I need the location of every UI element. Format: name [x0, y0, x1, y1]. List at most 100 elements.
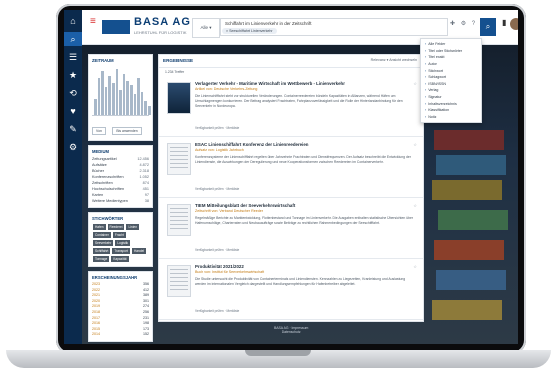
dropdown-option[interactable]: › Verlag: [421, 87, 481, 94]
facet-sidebar: ZEITRAUM Von Bis anwenden MEDIUM Zeitung…: [88, 54, 153, 344]
result-item[interactable]: TIEM Mitteilungsblatt der Seeverkehrswir…: [159, 198, 423, 259]
histogram-bar[interactable]: [148, 105, 151, 115]
histogram-bar[interactable]: [144, 101, 147, 115]
dropdown-option[interactable]: › ISBN/ISSN: [421, 81, 481, 88]
dropdown-option-label: Titel exakt: [428, 55, 445, 60]
result-thumbnail[interactable]: [167, 265, 191, 297]
footer-line-2[interactable]: Datenschutz: [274, 330, 308, 334]
keyword-tag[interactable]: Tonnage: [93, 256, 110, 262]
result-actions-link[interactable]: Verfügbarkeit prüfen · Merkliste: [195, 248, 239, 252]
keyword-tag[interactable]: Container: [93, 232, 111, 238]
histogram-bar[interactable]: [97, 78, 101, 115]
chevron-right-icon: ›: [425, 95, 427, 100]
home-icon[interactable]: ⌂: [64, 14, 82, 28]
chevron-right-icon: ›: [425, 62, 427, 67]
result-title[interactable]: ESAC Linienschiffahrt Konferenz der Lini…: [195, 142, 405, 147]
keyword-tag[interactable]: Seeverkehr: [93, 240, 114, 246]
keyword-tag[interactable]: Fracht: [112, 232, 126, 238]
result-thumbnail[interactable]: [167, 143, 191, 175]
result-item[interactable]: ESAC Linienschiffahrt Konferenz der Lini…: [159, 137, 423, 198]
histogram-bar[interactable]: [94, 98, 97, 115]
wrench-icon[interactable]: ✎: [64, 122, 82, 136]
histogram-bar[interactable]: [130, 85, 133, 115]
timeline-histogram[interactable]: [92, 65, 151, 116]
chevron-right-icon: ›: [425, 88, 427, 93]
search-icon[interactable]: ⌕: [64, 32, 82, 46]
bookmark-icon[interactable]: ☆: [413, 264, 417, 269]
year-count: 152: [143, 332, 149, 337]
result-item[interactable]: Produktivität 2021/2022 Buch von: Institu…: [159, 259, 423, 320]
dropdown-option[interactable]: › Signatur: [421, 94, 481, 101]
keyword-tag[interactable]: Logistik: [115, 240, 131, 246]
search-filter-chip[interactable]: × Seeschiffahrt Linienverkehr: [222, 28, 277, 34]
keyword-tag[interactable]: Schiffahrt: [93, 248, 111, 254]
gear-icon[interactable]: ⚙: [64, 140, 82, 154]
dropdown-option[interactable]: › Titel exakt: [421, 54, 481, 61]
histogram-bar[interactable]: [115, 69, 119, 115]
search-button[interactable]: ⌕: [480, 18, 496, 36]
facet-item[interactable]: Weitere Medientypen 38: [92, 198, 149, 204]
histogram-bar[interactable]: [126, 80, 129, 115]
result-actions-link[interactable]: Verfügbarkeit prüfen · Merkliste: [195, 126, 239, 130]
sort-select[interactable]: Relevanz ▾ Ansicht wechseln: [371, 58, 417, 62]
result-thumbnail[interactable]: [167, 204, 191, 236]
histogram-bar[interactable]: [108, 75, 111, 115]
keyword-tag[interactable]: Kapazität: [111, 256, 129, 262]
result-item[interactable]: Verlagerter Verkehr - Maritime Wirtschaf…: [159, 76, 423, 137]
results-panel: ERGEBNISSE Relevanz ▾ Ansicht wechseln 1…: [158, 54, 424, 322]
logo-text[interactable]: BASA AG: [134, 16, 191, 28]
list-icon[interactable]: ☰: [64, 50, 82, 64]
year-facet-item[interactable]: 2014 152: [92, 332, 149, 338]
avatar[interactable]: [510, 18, 518, 30]
histogram-bar[interactable]: [140, 92, 144, 115]
dropdown-option[interactable]: › Autor: [421, 61, 481, 68]
histogram-bar[interactable]: [119, 89, 122, 115]
histogram-bar[interactable]: [101, 71, 104, 115]
history-icon[interactable]: ⟲: [64, 86, 82, 100]
dropdown-option[interactable]: › Inhaltsverzeichnis: [421, 100, 481, 107]
histogram-bar[interactable]: [112, 82, 115, 115]
result-thumbnail[interactable]: [167, 82, 191, 114]
result-snippet: Die Studie untersucht die Produktivität …: [195, 277, 406, 286]
dropdown-option-label: Titel oder Stichwörter: [428, 48, 463, 53]
dropdown-option[interactable]: › Stichwort: [421, 67, 481, 74]
notification-icon[interactable]: ▮: [502, 18, 506, 27]
laptop-notch: [245, 350, 311, 356]
histogram-bar[interactable]: [133, 94, 137, 115]
nav-rail: ⌂ ⌕ ☰ ★ ⟲ ♥ ✎ ⚙: [64, 10, 82, 344]
histogram-bar[interactable]: [122, 73, 126, 115]
timeline-from-button[interactable]: Von: [92, 127, 106, 135]
timeline-apply-button[interactable]: Bis anwenden: [112, 127, 142, 135]
results-count: 1.234 Treffer: [165, 70, 185, 74]
result-actions-link[interactable]: Verfügbarkeit prüfen · Merkliste: [195, 187, 239, 191]
dropdown-option[interactable]: › Klassifikation: [421, 107, 481, 114]
dropdown-option[interactable]: › Schlagwort: [421, 74, 481, 81]
dropdown-option[interactable]: › Notiz: [421, 114, 481, 121]
search-scope-select[interactable]: Alle ▾: [192, 18, 220, 38]
keyword-tag[interactable]: Transport: [112, 248, 130, 254]
bookmark-icon[interactable]: ☆: [413, 81, 417, 86]
result-actions-link[interactable]: Verfügbarkeit prüfen · Merkliste: [195, 309, 239, 313]
result-title[interactable]: Verlagerter Verkehr - Maritime Wirtschaf…: [195, 81, 405, 86]
keyword-tag[interactable]: Hafen: [93, 224, 106, 230]
histogram-bar[interactable]: [104, 87, 108, 115]
chevron-right-icon: ›: [425, 48, 427, 53]
chevron-right-icon: ›: [425, 75, 427, 80]
bookmark-icon[interactable]: ☆: [413, 203, 417, 208]
histogram-bar[interactable]: [137, 78, 140, 115]
dropdown-option[interactable]: › Alle Felder: [421, 41, 481, 48]
dropdown-option[interactable]: › Titel oder Stichwörter: [421, 48, 481, 55]
result-title[interactable]: TIEM Mitteilungsblatt der Seeverkehrswir…: [195, 203, 405, 208]
dropdown-option-label: Alle Felder: [428, 42, 446, 47]
dropdown-option-label: Schlagwort: [428, 75, 446, 80]
keyword-tag[interactable]: Linien: [126, 224, 139, 230]
chevron-right-icon: ›: [425, 68, 427, 73]
menu-icon[interactable]: ≡: [90, 16, 96, 27]
bookmark-icon[interactable]: ☆: [413, 142, 417, 147]
heart-icon[interactable]: ♥: [64, 104, 82, 118]
keyword-tag[interactable]: Handel: [131, 248, 147, 254]
star-icon[interactable]: ★: [64, 68, 82, 82]
keywords-title: STICHWÖRTER: [92, 216, 124, 221]
result-title[interactable]: Produktivität 2021/2022: [195, 264, 405, 269]
keyword-tag[interactable]: Reederei: [107, 224, 125, 230]
